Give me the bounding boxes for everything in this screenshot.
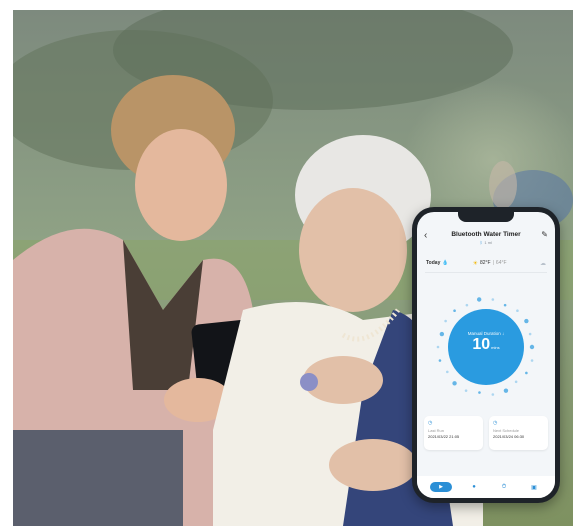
gauge-dot (491, 393, 495, 396)
gauge-dot (478, 391, 481, 394)
water-drop-icon: 💧 (442, 260, 449, 266)
gauge-dot (452, 381, 457, 386)
settings-icon: ▣ (531, 484, 537, 491)
sun-icon: ☀ (472, 260, 478, 267)
clock-icon: ◷ (428, 420, 433, 426)
gauge-dot (439, 331, 445, 337)
gauge-dot (529, 344, 535, 350)
app-header: ‹ Bluetooth Water Timer ᛒ 1 ml ✎ (417, 226, 555, 254)
gauge-dot (444, 319, 447, 323)
gauge-dot (491, 298, 495, 301)
tab-record[interactable]: ● (466, 484, 482, 490)
next-schedule-card[interactable]: ◷ Next Schedule 2021/03/24 06:30 (489, 416, 548, 450)
chevron-left-icon[interactable]: ‹ (424, 230, 427, 241)
temp-high: 82°F (479, 260, 491, 266)
gauge-dot (453, 309, 456, 313)
gauge-dot (438, 359, 442, 362)
phone-mockup: ‹ Bluetooth Water Timer ᛒ 1 ml ✎ Today 💧… (412, 207, 560, 503)
tab-play[interactable]: ▶ (430, 482, 452, 492)
gauge-dot (465, 303, 469, 307)
gauge-dot (516, 309, 519, 313)
device-status-text: 1 ml (484, 240, 492, 245)
gauge-dot (525, 371, 528, 375)
gauge-dot (528, 332, 532, 336)
play-icon: ▶ (439, 484, 443, 490)
gauge-dot (530, 359, 534, 362)
gauge-center: Manual Duration ↓ 10mins (448, 309, 524, 385)
weather-day: Today (426, 260, 441, 266)
gauge-dot (446, 370, 449, 374)
gauge-dot (464, 389, 468, 392)
gauge-dot (514, 380, 518, 384)
gauge-dot (436, 345, 440, 349)
divider (425, 272, 547, 273)
card-label: Last Run (428, 428, 445, 433)
card-value: 2021/03/22 21:05 (428, 434, 460, 439)
info-cards: ◷ Last Run 2021/03/22 21:05 ◷ Next Sched… (424, 416, 548, 450)
gauge-label: Manual Duration ↓ (467, 331, 505, 336)
cloud-icon: ☁ (540, 260, 546, 267)
calendar-icon: ◷ (493, 420, 498, 426)
app-title: Bluetooth Water Timer (451, 231, 521, 238)
last-run-card[interactable]: ◷ Last Run 2021/03/22 21:05 (424, 416, 483, 450)
edit-icon[interactable]: ✎ (541, 230, 548, 239)
phone-notch (458, 212, 514, 222)
phone-screen: ‹ Bluetooth Water Timer ᛒ 1 ml ✎ Today 💧… (417, 212, 555, 498)
bluetooth-icon: ᛒ (480, 240, 483, 245)
gauge-dot (476, 297, 482, 302)
tab-timer[interactable]: ⏱ (496, 484, 512, 491)
gauge-dot (503, 303, 507, 307)
record-icon: ● (472, 484, 476, 490)
gauge-unit: mins (491, 345, 500, 350)
device-status: ᛒ 1 ml (417, 240, 555, 245)
gauge-dot (503, 388, 509, 393)
duration-gauge[interactable]: Manual Duration ↓ 10mins (434, 295, 538, 399)
tab-settings[interactable]: ▣ (526, 484, 542, 491)
temp-low: 64°F (495, 260, 507, 266)
gauge-value: 10 (472, 336, 491, 353)
weather-row: Today 💧 ☀ 82°F | 64°F ☁ (417, 257, 555, 269)
tab-bar: ▶ ● ⏱ ▣ (417, 476, 555, 498)
card-value: 2021/03/24 06:30 (493, 434, 525, 439)
card-label: Next Schedule (493, 428, 520, 433)
temp-separator: | (492, 260, 494, 266)
gauge-dot (524, 318, 529, 324)
timer-icon: ⏱ (501, 483, 507, 490)
